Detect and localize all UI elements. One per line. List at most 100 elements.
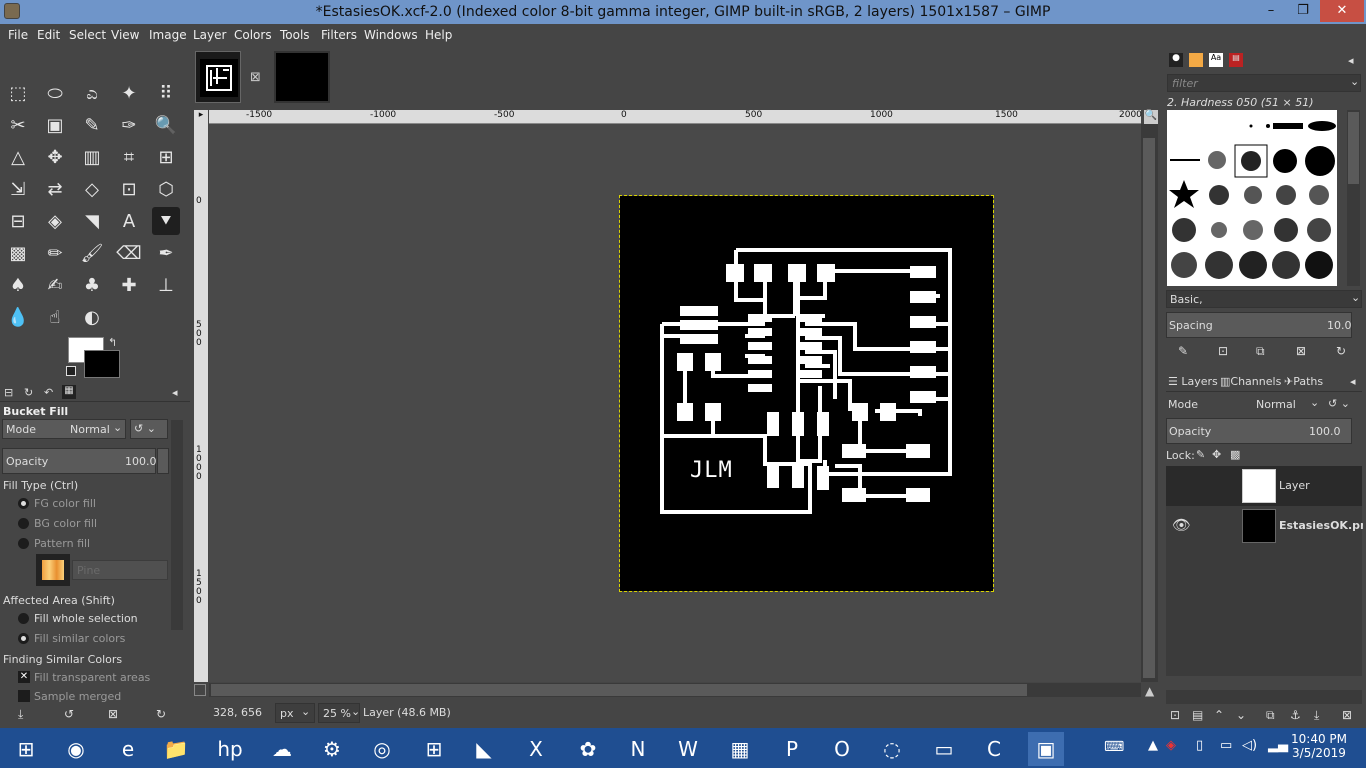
layer-mode-reset-icon[interactable]: ↺ ⌄ <box>1328 397 1350 410</box>
menu-edit[interactable]: Edit <box>37 28 60 42</box>
patterns-tab-icon[interactable] <box>1189 53 1203 67</box>
bg-fill-radio[interactable] <box>18 518 29 529</box>
menu-filters[interactable]: Filters <box>321 28 357 42</box>
fill-similar-colors-radio[interactable] <box>18 633 29 644</box>
paths-tool[interactable]: ✎ <box>78 111 106 139</box>
eraser-tool[interactable]: ⌫ <box>115 239 143 267</box>
clone-tool[interactable]: ♣ <box>78 271 106 299</box>
taskbar-c-app-button[interactable]: C <box>976 732 1012 766</box>
menu-colors[interactable]: Colors <box>234 28 272 42</box>
wifi-icon[interactable]: ▂▄ <box>1268 738 1288 753</box>
default-colors-icon[interactable] <box>66 366 76 376</box>
pencil-tool[interactable]: ✏ <box>41 239 69 267</box>
sample-merged-checkbox[interactable] <box>18 690 30 702</box>
taskbar-camera-app-button[interactable]: ◉ <box>58 732 94 766</box>
ruler-corner-icon[interactable]: ▸ <box>194 110 208 124</box>
document-history-tab-icon[interactable]: ▤ <box>1229 53 1243 67</box>
close-tab-icon[interactable]: ⊠ <box>250 70 261 85</box>
gradient-tool[interactable]: ▩ <box>4 239 32 267</box>
brush-dock-menu-icon[interactable]: ◂ <box>1348 54 1354 67</box>
taskbar-windows-store-button[interactable]: ⊞ <box>416 732 452 766</box>
unified-transform-tool[interactable]: ⊞ <box>152 143 180 171</box>
brush-grid-scrollbar[interactable] <box>1347 110 1360 286</box>
menu-file[interactable]: File <box>8 28 28 42</box>
taskbar-colorful-app-button[interactable]: ✿ <box>570 732 606 766</box>
spacing-slider[interactable]: Spacing 10.0 <box>1166 312 1352 338</box>
smudge-like-tool[interactable]: ◥ <box>78 207 106 235</box>
taskbar-gimp-taskbar-button[interactable]: ▣ <box>1028 732 1064 766</box>
menu-windows[interactable]: Windows <box>364 28 418 42</box>
mode-select[interactable]: Mode Normal ⌄ <box>2 419 126 439</box>
minimize-button[interactable]: – <box>1256 0 1286 22</box>
measure-tool[interactable]: △ <box>4 143 32 171</box>
horizontal-scroll-thumb[interactable] <box>211 684 1027 696</box>
tool-options-scrollbar[interactable] <box>171 420 183 630</box>
rect-select-tool[interactable]: ⬚ <box>4 79 32 107</box>
quick-mask-toggle[interactable] <box>194 684 206 696</box>
vertical-scroll-thumb[interactable] <box>1143 138 1155 678</box>
new-brush-icon[interactable]: ⊡ <box>1218 344 1228 358</box>
delete-brush-icon[interactable]: ⊠ <box>1296 344 1306 358</box>
horizontal-scrollbar[interactable] <box>209 683 1141 697</box>
taskbar-outlook-button[interactable]: O <box>824 732 860 766</box>
menu-select[interactable]: Select <box>69 28 106 42</box>
taskbar-green-circle-app-button[interactable]: ◌ <box>874 732 910 766</box>
zoom-select[interactable]: 25 % ⌄ <box>318 703 360 723</box>
taskbar-onedrive-button[interactable]: ☁ <box>264 732 300 766</box>
restore-options-icon[interactable]: ↺ <box>64 707 74 721</box>
tool-options-tab-icon[interactable]: ⊟ <box>4 386 13 399</box>
duplicate-layer-icon[interactable]: ⧉ <box>1266 708 1275 723</box>
layer-mode-select[interactable]: Mode Normal ⌄ <box>1166 395 1324 415</box>
fuzzy-select-tool[interactable]: ✦ <box>115 79 143 107</box>
delete-layer-icon[interactable]: ⊠ <box>1342 708 1352 722</box>
close-button[interactable]: ✕ <box>1320 0 1364 22</box>
pattern-fill-radio[interactable] <box>18 538 29 549</box>
taskbar-onenote-button[interactable]: N <box>620 732 656 766</box>
menu-image[interactable]: Image <box>149 28 187 42</box>
power-icon[interactable]: ▭ <box>1220 738 1232 753</box>
mode-reset-button[interactable]: ↺ ⌄ <box>130 419 168 439</box>
layer-row[interactable]: Layer <box>1166 466 1362 506</box>
brush-preset-select[interactable]: Basic, ⌄ <box>1166 290 1362 308</box>
taskbar-file-explorer-button[interactable]: 📁 <box>158 732 194 766</box>
image-tab-estasies[interactable] <box>195 51 241 103</box>
flip-tool[interactable]: ⇄ <box>41 175 69 203</box>
text-tool[interactable]: A <box>115 207 143 235</box>
tab-channels[interactable]: ▥Channels <box>1220 375 1281 388</box>
maximize-button[interactable]: ❐ <box>1288 0 1318 22</box>
taskbar-powerpoint-button[interactable]: P <box>774 732 810 766</box>
brush-grid[interactable] <box>1167 110 1337 286</box>
handle-transform-tool[interactable]: ⊟ <box>4 207 32 235</box>
lock-position-icon[interactable]: ✥ <box>1212 448 1221 461</box>
smudge-tool[interactable]: ☝ <box>41 303 69 331</box>
pattern-name-field[interactable]: Pine <box>72 560 168 580</box>
vertical-scrollbar[interactable] <box>1141 124 1158 682</box>
perspective-clone-tool[interactable]: ⊥ <box>152 271 180 299</box>
image-tab-black[interactable] <box>274 51 330 103</box>
fill-transparent-checkbox[interactable]: ✕ <box>18 671 30 683</box>
background-color-swatch[interactable] <box>84 350 120 378</box>
opacity-spin[interactable] <box>157 448 169 474</box>
mypaint-brush-tool[interactable]: ✍ <box>41 271 69 299</box>
warp-tool[interactable]: ◈ <box>41 207 69 235</box>
3d-transform-tool[interactable]: ⬡ <box>152 175 180 203</box>
swap-colors-icon[interactable]: ↰ <box>108 336 117 349</box>
taskbar-chrome-button[interactable]: ◎ <box>364 732 400 766</box>
menu-view[interactable]: View <box>111 28 139 42</box>
lock-alpha-icon[interactable]: ▩ <box>1230 448 1240 461</box>
image-canvas[interactable]: JLM <box>619 195 994 592</box>
color-picker-tool[interactable]: ✑ <box>115 111 143 139</box>
taskbar-sharkfin-app-button[interactable]: ◣ <box>466 732 502 766</box>
brushes-tab-icon[interactable]: ● <box>1169 53 1183 67</box>
delete-options-icon[interactable]: ⊠ <box>108 707 118 721</box>
raise-layer-icon[interactable]: ⌃ <box>1214 708 1224 722</box>
taskbar-calculator-button[interactable]: ▦ <box>722 732 758 766</box>
color-select-tool[interactable]: ⠿ <box>152 79 180 107</box>
reset-options-icon[interactable]: ↻ <box>156 707 166 721</box>
tray-app-icon[interactable]: ▯ <box>1196 738 1203 753</box>
new-group-icon[interactable]: ▤ <box>1192 708 1203 722</box>
refresh-brushes-icon[interactable]: ↻ <box>1336 344 1346 358</box>
unit-select[interactable]: px ⌄ <box>275 703 315 723</box>
fonts-tab-icon[interactable]: Aa <box>1209 53 1223 67</box>
tab-paths[interactable]: ✈Paths <box>1284 375 1323 388</box>
